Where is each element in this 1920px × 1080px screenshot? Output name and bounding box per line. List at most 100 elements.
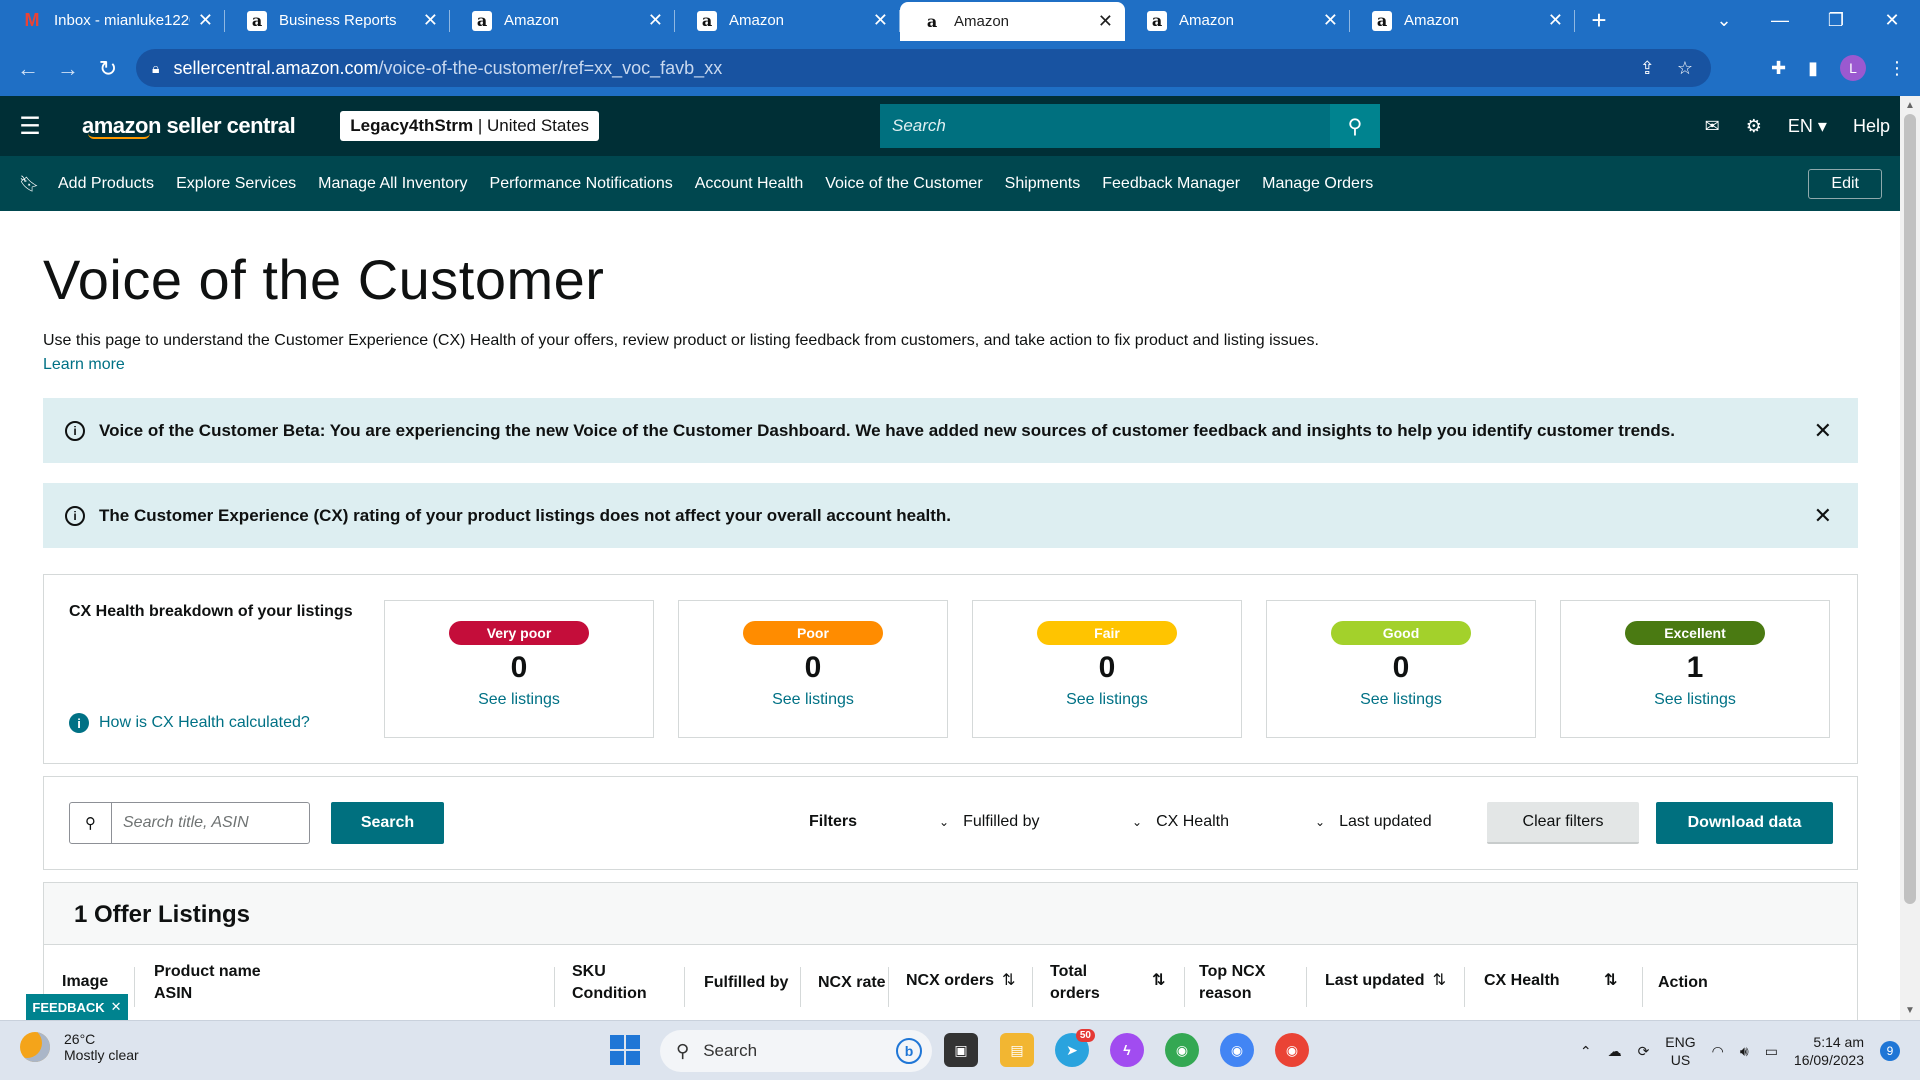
see-listings-link[interactable]: See listings [973, 691, 1241, 709]
reload-icon[interactable]: ↻ [88, 56, 128, 82]
nav-item-shipments[interactable]: Shipments [1005, 175, 1081, 193]
onedrive-icon[interactable]: ☁ [1608, 1043, 1622, 1060]
page-scrollbar[interactable]: ▲ ▼ [1900, 96, 1920, 1020]
nav-item-voice-of-customer[interactable]: Voice of the Customer [825, 175, 982, 193]
hamburger-menu-icon[interactable]: ☰ [0, 112, 60, 141]
bookmark-icon[interactable]: 🔖︎ [0, 174, 58, 194]
nav-item-explore-services[interactable]: Explore Services [176, 175, 296, 193]
scroll-up-icon[interactable]: ▲ [1905, 100, 1915, 111]
input-language[interactable]: ENG US [1665, 1033, 1695, 1069]
nav-item-account-health[interactable]: Account Health [695, 175, 804, 193]
nav-item-performance-notifications[interactable]: Performance Notifications [490, 175, 673, 193]
back-icon[interactable]: ← [8, 56, 48, 82]
close-icon[interactable]: ✕ [1814, 503, 1832, 529]
help-link[interactable]: Help [1853, 116, 1890, 137]
nav-item-feedback-manager[interactable]: Feedback Manager [1102, 175, 1240, 193]
bing-icon[interactable]: b [896, 1038, 922, 1064]
chrome-profile-icon[interactable]: ◉ [1220, 1033, 1254, 1067]
header-search-input[interactable]: Search [880, 104, 1330, 148]
search-input[interactable]: Search title, ASIN [112, 803, 260, 843]
seller-central-logo[interactable]: amazon seller central [82, 113, 296, 139]
nav-item-add-products[interactable]: Add Products [58, 175, 154, 193]
col-cx-health[interactable]: CX Health [1484, 970, 1560, 992]
task-view-icon[interactable]: ▣ [944, 1033, 978, 1067]
sort-icon[interactable]: ⇅ [1152, 970, 1165, 992]
see-listings-link[interactable]: See listings [679, 691, 947, 709]
see-listings-link[interactable]: See listings [385, 691, 653, 709]
search-button[interactable]: Search [331, 802, 444, 844]
mail-icon[interactable]: ✉ [1705, 116, 1720, 137]
browser-tab[interactable]: M Inbox - mianluke1220 ✕ [0, 0, 225, 41]
profile-avatar[interactable]: L [1840, 55, 1866, 81]
restore-icon[interactable]: ❐ [1808, 10, 1864, 31]
taskbar-search[interactable]: ⚲ Search b [660, 1030, 932, 1072]
sort-icon[interactable]: ⇅ [1002, 972, 1015, 989]
file-explorer-icon[interactable]: ▤ [1000, 1033, 1034, 1067]
browser-tab[interactable]: a Amazon ✕ [1125, 0, 1350, 41]
fulfilled-by-dropdown[interactable]: ⌄ Fulfilled by [939, 813, 1040, 831]
messenger-icon[interactable]: ϟ [1110, 1033, 1144, 1067]
browser-tab[interactable]: a Amazon ✕ [1350, 0, 1575, 41]
lock-icon[interactable]: 🔒︎ [152, 60, 159, 77]
see-listings-link[interactable]: See listings [1267, 691, 1535, 709]
edit-nav-button[interactable]: Edit [1808, 169, 1882, 199]
close-tab-icon[interactable]: ✕ [873, 10, 888, 31]
close-window-icon[interactable]: ✕ [1864, 10, 1920, 31]
learn-more-link[interactable]: Learn more [43, 356, 1858, 374]
sync-icon[interactable]: ⟳ [1638, 1043, 1650, 1060]
browser-tab[interactable]: a Business Reports ✕ [225, 0, 450, 41]
search-icon[interactable]: ⚲ [1330, 104, 1380, 148]
settings-gear-icon[interactable]: ⚙ [1746, 116, 1762, 137]
menu-kebab-icon[interactable]: ⋮ [1888, 58, 1906, 79]
nav-item-manage-orders[interactable]: Manage Orders [1262, 175, 1373, 193]
windows-start-icon[interactable] [610, 1035, 640, 1065]
sort-icon[interactable]: ⇅ [1604, 970, 1617, 992]
extensions-icon[interactable]: ✚ [1771, 58, 1786, 79]
new-tab-button[interactable]: + [1575, 0, 1623, 41]
scroll-down-icon[interactable]: ▼ [1905, 1005, 1915, 1016]
tab-search-icon[interactable]: ⌄ [1696, 10, 1752, 31]
chrome-active-icon[interactable]: ◉ [1275, 1033, 1309, 1067]
col-total-orders[interactable]: Total orders [1050, 961, 1100, 1005]
col-fulfilled-by[interactable]: Fulfilled by [704, 972, 788, 994]
telegram-icon[interactable]: ➤ 50 [1055, 1029, 1095, 1067]
col-top-ncx-reason[interactable]: Top NCX reason [1199, 961, 1265, 1005]
download-data-button[interactable]: Download data [1656, 802, 1833, 844]
browser-tab-active[interactable]: a Amazon ✕ [900, 2, 1125, 41]
cx-health-dropdown[interactable]: ⌄ CX Health [1132, 813, 1229, 831]
feedback-tab[interactable]: FEEDBACK ✕ [26, 994, 128, 1020]
account-switcher[interactable]: Legacy4thStrm | United States [340, 111, 600, 141]
chrome-icon[interactable]: ◉ [1165, 1033, 1199, 1067]
scrollbar-thumb[interactable] [1904, 114, 1916, 904]
bookmark-star-icon[interactable]: ☆ [1677, 58, 1693, 79]
col-last-updated[interactable]: Last updated ⇅ [1325, 970, 1446, 992]
col-sku[interactable]: SKU Condition [572, 961, 647, 1005]
close-icon[interactable]: ✕ [111, 999, 122, 1015]
battery-icon[interactable]: ▭ [1765, 1043, 1778, 1060]
language-selector[interactable]: EN ▾ [1788, 116, 1827, 137]
address-bar[interactable]: 🔒︎ sellercentral.amazon.com/voice-of-the… [136, 49, 1711, 87]
close-tab-icon[interactable]: ✕ [198, 10, 213, 31]
sort-icon[interactable]: ⇅ [1433, 972, 1446, 989]
side-panel-icon[interactable]: ▮ [1808, 58, 1818, 79]
close-icon[interactable]: ✕ [1814, 418, 1832, 444]
see-listings-link[interactable]: See listings [1561, 691, 1829, 709]
cx-health-how-link[interactable]: i How is CX Health calculated? [69, 713, 310, 733]
close-tab-icon[interactable]: ✕ [1323, 10, 1338, 31]
nav-item-manage-inventory[interactable]: Manage All Inventory [318, 175, 467, 193]
close-tab-icon[interactable]: ✕ [648, 10, 663, 31]
volume-icon[interactable]: 🔊︎ [1740, 1043, 1749, 1060]
col-ncx-orders[interactable]: NCX orders ⇅ [906, 970, 1015, 992]
weather-widget[interactable]: 26°C Mostly clear [20, 1031, 139, 1063]
browser-tab[interactable]: a Amazon ✕ [675, 0, 900, 41]
col-product-name[interactable]: Product name ASIN [154, 961, 261, 1005]
show-hidden-icons-icon[interactable]: ⌃ [1580, 1043, 1592, 1060]
share-icon[interactable]: ⇪ [1640, 58, 1655, 79]
close-tab-icon[interactable]: ✕ [1548, 10, 1563, 31]
close-tab-icon[interactable]: ✕ [1098, 11, 1113, 32]
forward-icon[interactable]: → [48, 56, 88, 82]
minimize-icon[interactable]: — [1752, 10, 1808, 31]
notification-count[interactable]: 9 [1880, 1041, 1900, 1061]
clear-filters-button[interactable]: Clear filters [1487, 802, 1639, 844]
browser-tab[interactable]: a Amazon ✕ [450, 0, 675, 41]
